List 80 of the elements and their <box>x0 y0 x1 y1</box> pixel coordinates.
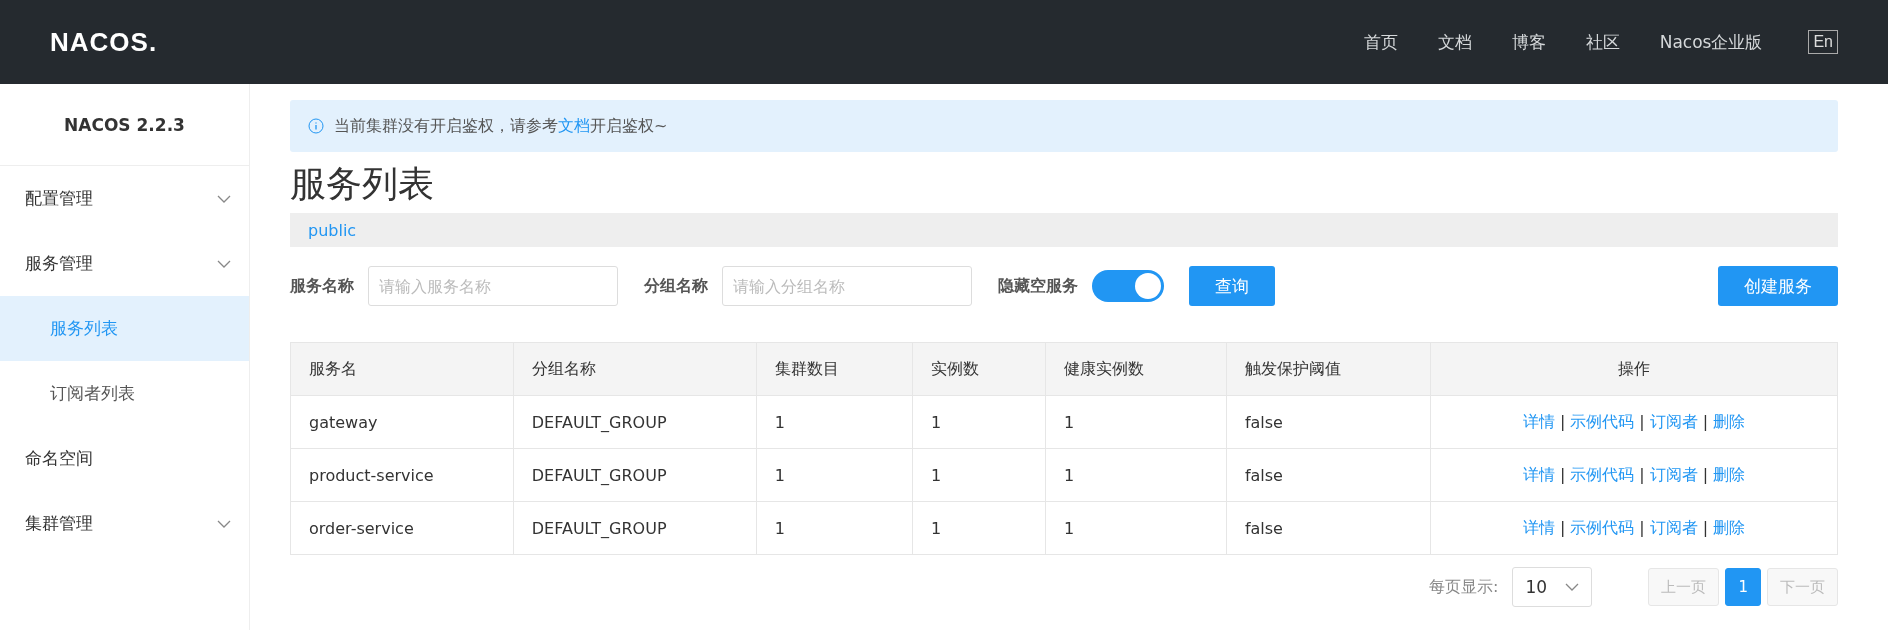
action-link[interactable]: 删除 <box>1713 464 1746 484</box>
namespace-link[interactable]: public <box>308 220 357 240</box>
create-button[interactable]: 创建服务 <box>1718 266 1838 306</box>
nav-link[interactable]: Nacos企业版 <box>1659 30 1763 54</box>
menu-item[interactable]: 集群管理 <box>0 491 249 556</box>
action-link[interactable]: 详情 <box>1522 411 1555 431</box>
menu-item[interactable]: 配置管理 <box>0 166 249 231</box>
action-link[interactable]: 订阅者 <box>1649 464 1698 484</box>
separator: | <box>1702 517 1709 537</box>
chevron-icon <box>217 259 231 268</box>
separator: | <box>1702 464 1709 484</box>
action-link[interactable]: 详情 <box>1522 517 1555 537</box>
chevron-icon <box>217 519 231 528</box>
separator: | <box>1639 517 1645 537</box>
column-header: 分组名称 <box>513 342 757 396</box>
page-button[interactable]: 1 <box>1725 568 1761 606</box>
language-button[interactable]: En <box>1808 30 1838 54</box>
nav-link[interactable]: 文档 <box>1437 30 1472 54</box>
table-cell: gateway <box>290 395 514 449</box>
action-link[interactable]: 删除 <box>1713 517 1746 537</box>
table-cell: 1 <box>1045 395 1227 449</box>
column-header: 实例数 <box>912 342 1046 396</box>
action-link[interactable]: 删除 <box>1713 411 1746 431</box>
field-label: 分组名称 <box>644 275 708 297</box>
separator: | <box>1559 517 1566 537</box>
docs-link[interactable]: 文档 <box>558 115 590 135</box>
field-label: 服务名称 <box>290 275 354 297</box>
table-cell: 1 <box>756 395 913 449</box>
table-cell: 1 <box>912 501 1046 555</box>
info-icon <box>308 118 324 134</box>
page-size-label: 每页显示: <box>1429 576 1499 598</box>
submenu-item[interactable]: 服务列表 <box>0 296 249 361</box>
table-cell: 1 <box>756 448 913 502</box>
nav-link[interactable]: 社区 <box>1585 30 1620 54</box>
table-cell: product-service <box>290 448 514 502</box>
separator: | <box>1559 411 1566 431</box>
table-cell: false <box>1226 395 1431 449</box>
separator: | <box>1639 411 1645 431</box>
column-header: 服务名 <box>290 342 514 396</box>
table-cell: DEFAULT_GROUP <box>513 395 757 449</box>
action-link[interactable]: 详情 <box>1522 464 1555 484</box>
nav-link[interactable]: 首页 <box>1363 30 1398 54</box>
separator: | <box>1639 464 1645 484</box>
menu-item[interactable]: 命名空间 <box>0 426 249 491</box>
input-field[interactable]: 请输入服务名称 <box>368 266 618 306</box>
column-header: 操作 <box>1430 342 1838 396</box>
sidebar-title: NACOS 2.2.3 <box>0 84 249 166</box>
action-link[interactable]: 订阅者 <box>1649 517 1698 537</box>
column-header: 集群数目 <box>756 342 913 396</box>
input-field[interactable]: 请输入分组名称 <box>722 266 972 306</box>
table-cell: false <box>1226 501 1431 555</box>
toggle-label: 隐藏空服务 <box>998 275 1078 297</box>
table-cell: order-service <box>290 501 514 555</box>
separator: | <box>1559 464 1566 484</box>
chevron-icon <box>1565 583 1580 591</box>
action-link[interactable]: 示例代码 <box>1570 411 1635 431</box>
submenu-item[interactable]: 订阅者列表 <box>0 361 249 426</box>
notice-text: 当前集群没有开启鉴权，请参考文档开启鉴权~ <box>334 115 668 137</box>
table-cell: 1 <box>1045 448 1227 502</box>
chevron-icon <box>217 194 231 203</box>
page-size-select[interactable]: 10 <box>1512 567 1593 607</box>
toggle-switch[interactable] <box>1092 270 1164 302</box>
table-cell: 1 <box>912 448 1046 502</box>
separator: | <box>1702 411 1709 431</box>
query-button[interactable]: 查询 <box>1189 266 1275 306</box>
table-cell: 1 <box>756 501 913 555</box>
menu-item[interactable]: 服务管理 <box>0 231 249 296</box>
action-link[interactable]: 订阅者 <box>1649 411 1698 431</box>
column-header: 触发保护阈值 <box>1226 342 1431 396</box>
nav-link[interactable]: 博客 <box>1511 30 1546 54</box>
action-link[interactable]: 示例代码 <box>1570 464 1635 484</box>
logo: NACOS. <box>50 26 158 58</box>
table-cell: 1 <box>912 395 1046 449</box>
action-link[interactable]: 示例代码 <box>1570 517 1635 537</box>
table-cell: 1 <box>1045 501 1227 555</box>
table-cell: DEFAULT_GROUP <box>513 448 757 502</box>
column-header: 健康实例数 <box>1045 342 1227 396</box>
table-cell: false <box>1226 448 1431 502</box>
table-cell: DEFAULT_GROUP <box>513 501 757 555</box>
page-title: 服务列表 <box>290 162 435 206</box>
